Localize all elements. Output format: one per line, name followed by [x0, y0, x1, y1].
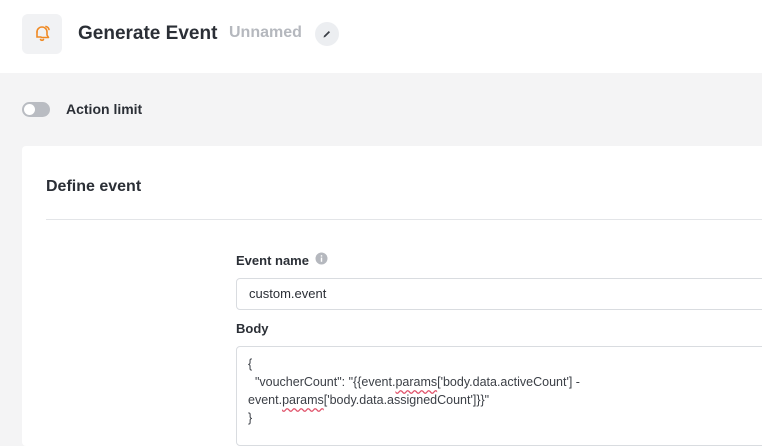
edit-name-button[interactable] — [315, 22, 339, 46]
event-name-label: Event name — [236, 253, 309, 268]
header: Generate Event Unnamed — [0, 0, 762, 73]
pencil-icon — [323, 31, 330, 38]
section-title: Define event — [46, 178, 142, 195]
action-limit-toggle[interactable] — [22, 102, 50, 117]
event-name-input[interactable]: custom.event — [236, 278, 762, 310]
info-icon[interactable] — [315, 252, 328, 265]
action-limit-label: Action limit — [66, 101, 143, 117]
divider — [46, 219, 762, 220]
body-line: } — [248, 411, 253, 425]
body-label: Body — [236, 321, 269, 336]
bell-ring-icon — [22, 14, 62, 54]
body-token: params — [395, 375, 438, 389]
body-editor[interactable]: { "voucherCount": "{{event.params['body.… — [236, 346, 762, 446]
body-token: params — [282, 393, 324, 407]
page-title: Generate Event — [78, 23, 218, 44]
page-subtitle: Unnamed — [229, 24, 302, 41]
body-line: { — [248, 357, 253, 371]
define-event-card: Define event Event name custom.event Bod… — [22, 146, 762, 446]
body-line: ['body.data.activeCount'] - — [437, 375, 580, 389]
body-line: event. — [248, 393, 283, 407]
body-line: ['body.data.assignedCount']}}" — [323, 393, 490, 407]
body-line: "voucherCount": "{{event. — [248, 375, 396, 389]
